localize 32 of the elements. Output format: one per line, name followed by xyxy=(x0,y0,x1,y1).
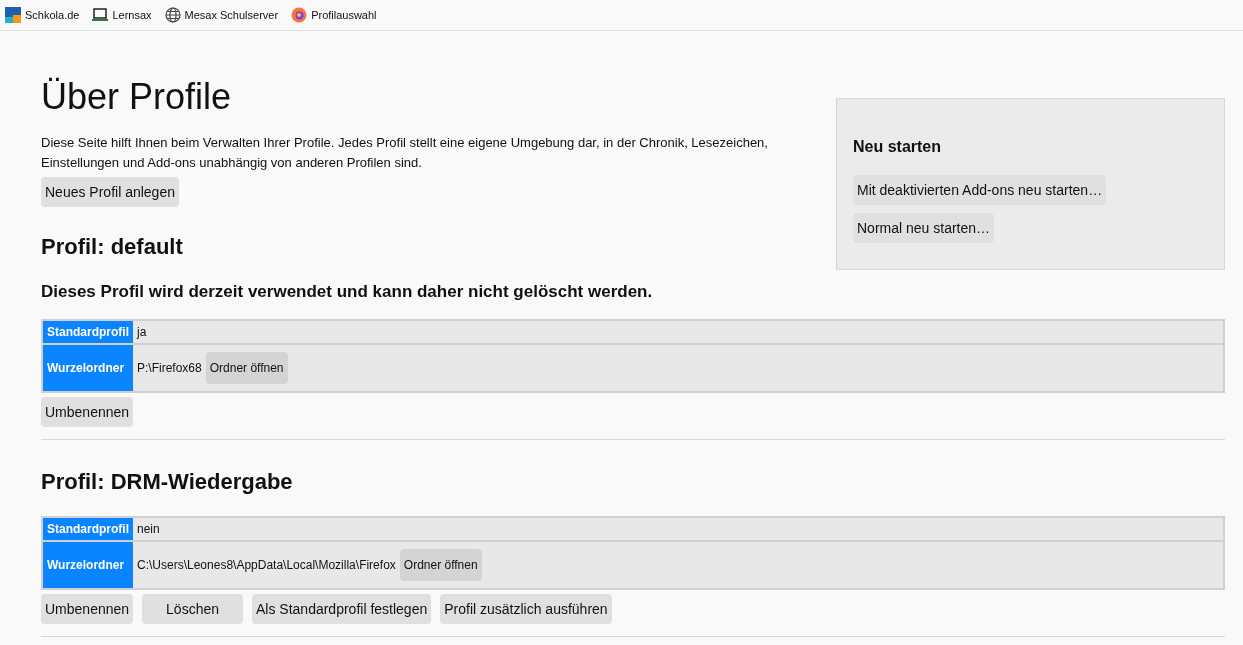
row-value: C:\Users\Leones8\AppData\Local\Mozilla\Firefox xyxy=(137,557,396,574)
profile-action-button[interactable]: Profil zusätzlich ausführen xyxy=(440,594,612,624)
restart-button[interactable]: Mit deaktivierten Add-ons neu starten… xyxy=(853,175,1107,205)
profile-notice: Dieses Profil wird derzeit verwendet und kann daher nicht gelöscht werden. xyxy=(41,281,654,303)
globe-icon xyxy=(164,7,181,23)
row-header: Wurzelordner xyxy=(42,541,133,589)
bookmark-item[interactable]: Profilauswahl xyxy=(291,6,377,24)
new-profile-button[interactable]: Neues Profil anlegen xyxy=(41,177,179,207)
profile-action-button[interactable]: Löschen xyxy=(142,594,243,624)
profile-action-button[interactable]: Umbenennen xyxy=(41,397,134,427)
bookmark-item[interactable]: Schkola.de xyxy=(5,6,80,24)
bookmark-item[interactable]: Lernsax xyxy=(92,6,152,24)
row-header: Wurzelordner xyxy=(42,344,133,392)
open-folder-button[interactable]: Ordner öffnen xyxy=(205,352,288,384)
row-value: ja xyxy=(137,324,147,341)
profile-action-button[interactable]: Als Standardprofil festlegen xyxy=(252,594,432,624)
row-header: Standardprofil xyxy=(42,517,133,541)
page-title: Über Profile xyxy=(41,75,233,119)
open-folder-button[interactable]: Ordner öffnen xyxy=(399,549,482,581)
row-value: nein xyxy=(137,521,160,538)
laptop-icon xyxy=(92,8,109,22)
restart-button[interactable]: Normal neu starten… xyxy=(853,213,995,243)
site-logo-icon xyxy=(5,7,21,23)
browser-logo-icon xyxy=(291,7,308,23)
bookmark-item[interactable]: Mesax Schulserver xyxy=(164,6,279,24)
row-header: Standardprofil xyxy=(42,320,133,344)
profile-action-button[interactable]: Umbenennen xyxy=(41,594,134,624)
intro-text: Diese Seite hilft Ihnen beim Verwalten Ihrer Profile. Jedes Profil stellt eine eigene Umgebung dar, in der Chronik, Lesezeichen, Einstellungen und Add-ons unabhängig von anderen Profilen sind. xyxy=(41,134,769,172)
profile-heading: Profil: DRM-Wiedergabe xyxy=(41,468,293,496)
profile-heading: Profil: default xyxy=(41,233,183,261)
row-value: P:\Firefox68 xyxy=(137,360,202,377)
restart-heading: Neu starten xyxy=(853,137,943,157)
